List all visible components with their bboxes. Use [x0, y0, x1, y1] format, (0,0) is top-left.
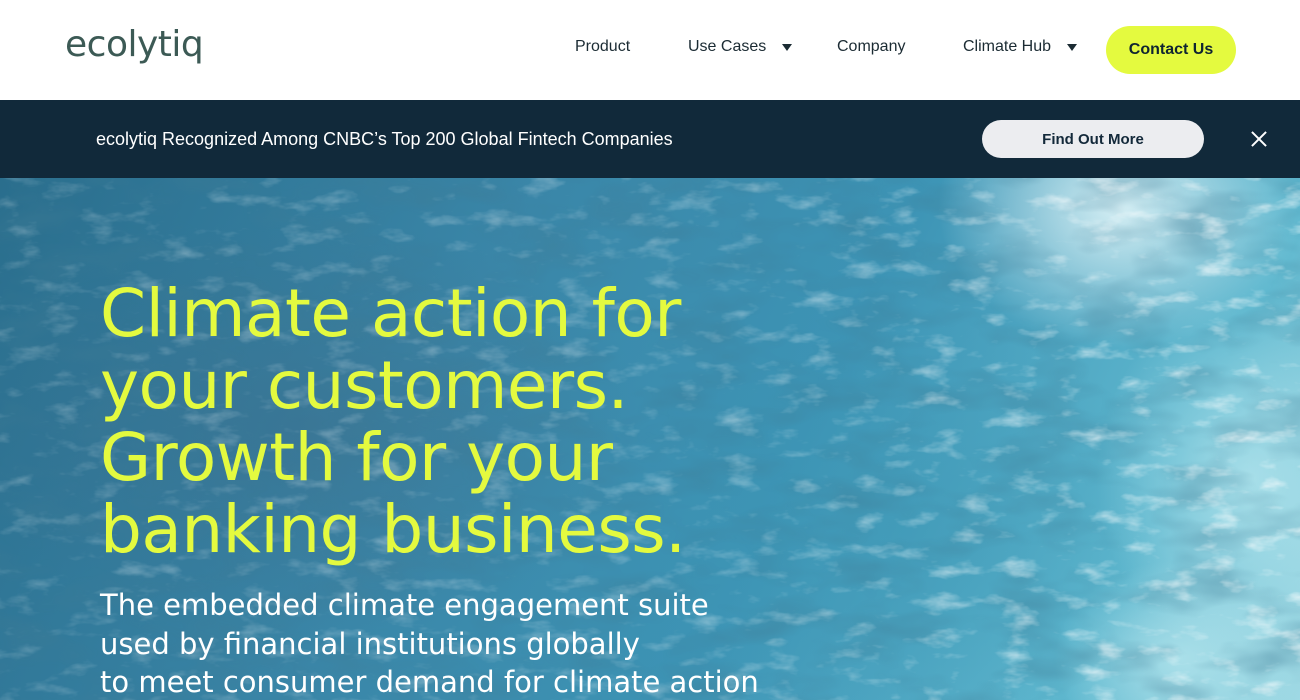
chevron-down-icon[interactable] — [782, 43, 793, 51]
chevron-down-icon[interactable] — [1067, 43, 1078, 51]
hero-headline-line: banking business. — [100, 491, 686, 568]
nav-company[interactable]: Company — [837, 38, 905, 56]
hero-subheadline-line: The embedded climate engagement suite — [100, 588, 709, 622]
announcement-bar: ecolytiq Recognized Among CNBC’s Top 200… — [0, 100, 1300, 178]
hero-section: Climate action for your customers. Growt… — [0, 178, 1300, 700]
close-icon[interactable] — [1249, 129, 1269, 149]
nav-product[interactable]: Product — [575, 38, 630, 56]
contact-us-button[interactable]: Contact Us — [1106, 26, 1236, 74]
announcement-text: ecolytiq Recognized Among CNBC’s Top 200… — [96, 129, 673, 149]
nav-use-cases-label: Use Cases — [688, 38, 767, 55]
nav-climate-hub-label: Climate Hub — [963, 38, 1052, 55]
nav-company-label: Company — [837, 38, 906, 55]
find-out-more-button[interactable]: Find Out More — [982, 120, 1204, 158]
site-header: ecolytiq Product Use Cases Company Clima… — [0, 0, 1300, 100]
nav-product-label: Product — [575, 38, 631, 55]
logo[interactable]: ecolytiq — [65, 24, 204, 65]
nav-climate-hub[interactable]: Climate Hub — [963, 38, 1078, 56]
hero-subheadline-line: to meet consumer demand for climate acti… — [100, 665, 759, 699]
hero-headline-line: Climate action for — [100, 275, 681, 352]
nav-use-cases[interactable]: Use Cases — [688, 38, 793, 56]
hero-subheadline: The embedded climate engagement suite us… — [100, 586, 800, 700]
hero-subheadline-line: used by financial institutions globally — [100, 626, 640, 661]
hero-headline-line: your customers. — [100, 347, 629, 424]
hero-headline-line: Growth for your — [100, 419, 613, 496]
hero-headline: Climate action for your customers. Growt… — [100, 278, 820, 566]
